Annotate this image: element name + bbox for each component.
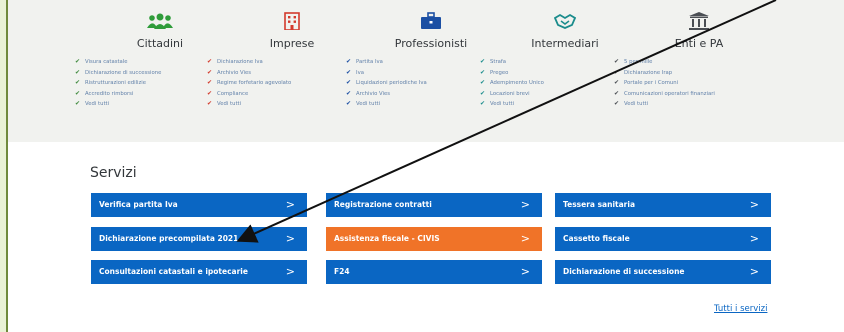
arrow-line [236, 0, 777, 243]
annotation-arrow [236, 0, 777, 243]
